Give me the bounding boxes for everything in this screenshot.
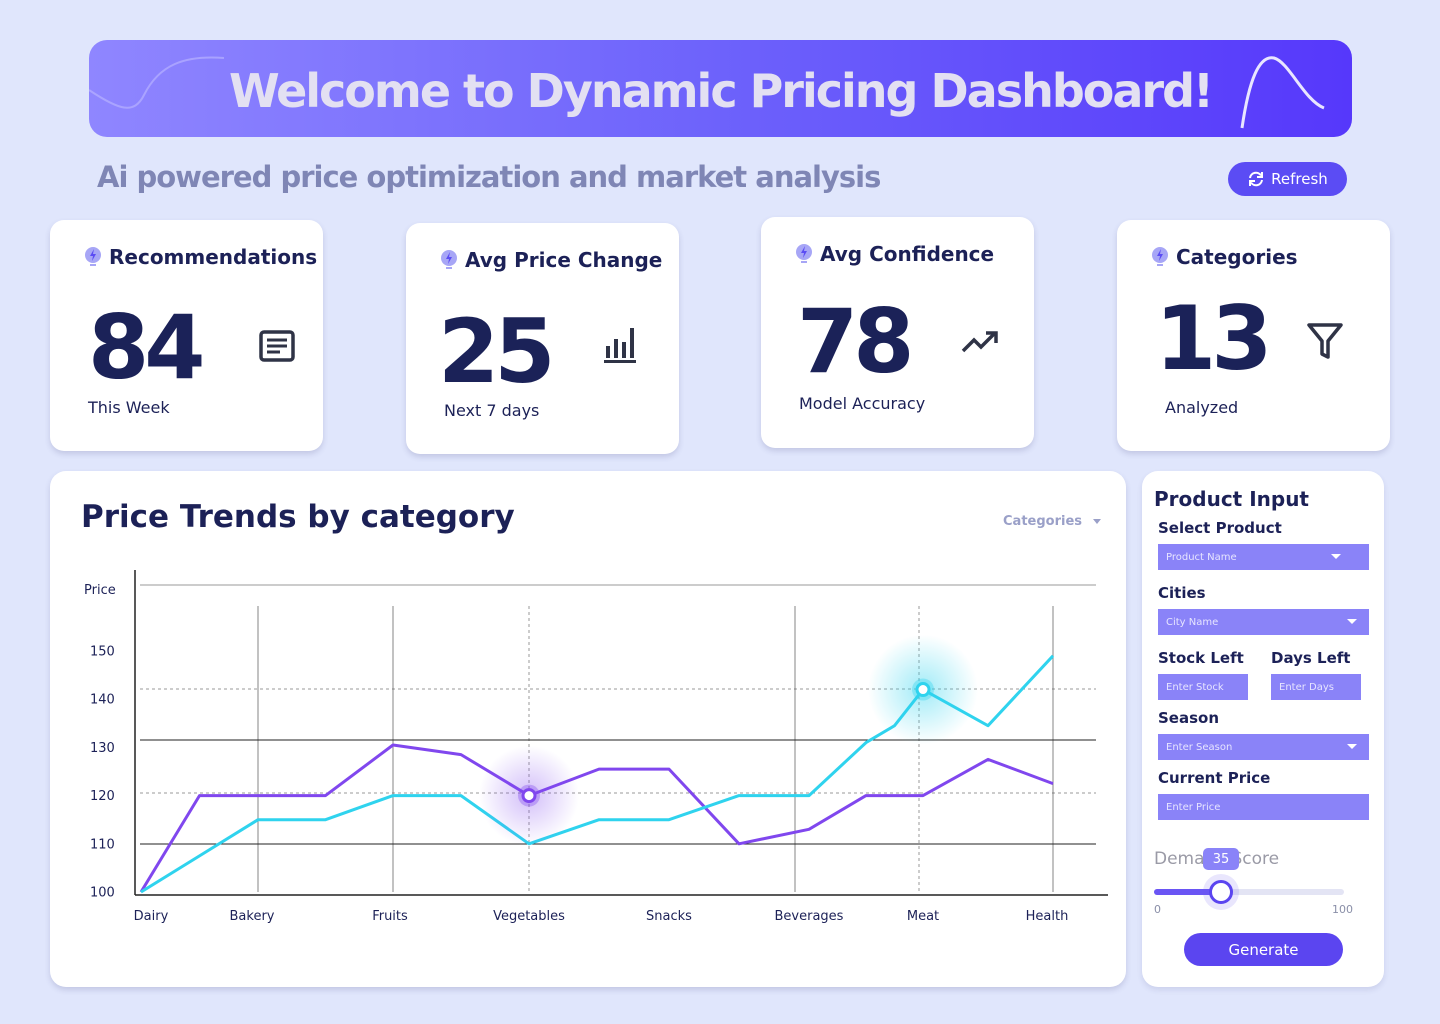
stock-left-label: Stock Left	[1158, 649, 1244, 667]
y-tick-label: 150	[90, 645, 115, 660]
y-tick-label: 120	[90, 789, 115, 804]
refresh-label: Refresh	[1271, 170, 1328, 188]
x-tick-label: Bakery	[230, 909, 275, 924]
stat-note: Analyzed	[1165, 398, 1239, 417]
refresh-icon	[1249, 171, 1264, 187]
lightbulb-icon	[796, 244, 812, 263]
x-tick-label: Beverages	[775, 909, 844, 924]
chevron-down-icon	[1347, 619, 1357, 624]
stat-note: Model Accuracy	[799, 394, 926, 413]
chevron-down-icon	[1347, 744, 1357, 749]
season-label: Season	[1158, 709, 1220, 727]
lightbulb-icon	[1152, 247, 1168, 266]
cities-label: Cities	[1158, 584, 1206, 602]
x-tick-label: Health	[1026, 909, 1069, 924]
days-left-label: Days Left	[1271, 649, 1351, 667]
stat-card-title: Avg Price Change	[437, 247, 662, 273]
stat-card-avg-price-change: Avg Price Change 25 Next 7 days	[406, 223, 679, 454]
slider-max-label: 100	[1332, 903, 1353, 916]
document-icon	[259, 330, 295, 362]
select-product-label: Select Product	[1158, 519, 1282, 537]
filter-icon	[1307, 323, 1343, 359]
y-tick-label: 100	[90, 886, 115, 901]
lightbulb-icon	[441, 250, 457, 269]
lightbulb-icon	[85, 247, 101, 266]
days-input[interactable]: Enter Days	[1271, 674, 1361, 700]
slider-min-label: 0	[1154, 903, 1161, 916]
y-tick-label: 140	[90, 693, 115, 708]
slider-value-badge: 35	[1203, 848, 1239, 870]
stat-card-recommendations: Recommendations 84 This Week	[50, 220, 323, 451]
page-title: Welcome to Dynamic Pricing Dashboard!	[228, 64, 1214, 118]
generate-button[interactable]: Generate	[1184, 933, 1343, 966]
product-select[interactable]: Product Name	[1158, 544, 1369, 570]
x-tick-label: Meat	[907, 909, 939, 924]
stat-note: Next 7 days	[444, 401, 540, 420]
y-tick-label: 110	[90, 837, 115, 852]
panel-title: Product Input	[1154, 487, 1309, 511]
price-trend-chart: 100 110 120 130 140 150 Dairy Bakery Fruits Veget…	[84, 570, 1108, 924]
stat-value: 25	[438, 300, 555, 403]
page-subtitle: Ai powered price optimization and market…	[97, 160, 881, 194]
highlight-point	[915, 682, 931, 698]
season-select[interactable]: Enter Season	[1158, 734, 1369, 760]
y-axis-label: Price	[84, 583, 116, 598]
highlight-point	[521, 788, 537, 804]
stat-value: 13	[1155, 287, 1272, 390]
stat-card-avg-confidence: Avg Confidence 78 Model Accuracy	[761, 217, 1034, 448]
stat-value: 84	[88, 296, 205, 399]
price-trends-card: Price Trends by category Categories 100 1…	[50, 471, 1126, 987]
stat-card-title: Recommendations	[81, 244, 317, 270]
demand-slider[interactable]: 35	[1154, 848, 1344, 910]
stat-note: This Week	[88, 398, 170, 417]
refresh-button[interactable]: Refresh	[1228, 162, 1347, 196]
x-tick-label: Fruits	[372, 909, 408, 924]
stock-input[interactable]: Enter Stock	[1158, 674, 1248, 700]
price-input[interactable]: Enter Price	[1158, 794, 1369, 820]
current-price-label: Current Price	[1158, 769, 1271, 787]
stat-card-title: Categories	[1148, 244, 1298, 270]
city-select[interactable]: City Name	[1158, 609, 1369, 635]
y-tick-label: 130	[90, 741, 115, 756]
x-tick-label: Dairy	[134, 909, 169, 924]
x-tick-label: Snacks	[646, 909, 692, 924]
x-tick-label: Vegetables	[493, 909, 565, 924]
stat-value: 78	[797, 290, 914, 393]
bar-chart-icon	[604, 328, 636, 363]
chevron-down-icon	[1331, 554, 1341, 559]
product-input-panel: Product Input Select Product Product Nam…	[1142, 471, 1384, 987]
welcome-banner: Welcome to Dynamic Pricing Dashboard!	[89, 40, 1352, 137]
trending-up-icon	[961, 331, 998, 353]
slider-thumb[interactable]	[1203, 874, 1239, 910]
stat-card-title: Avg Confidence	[792, 241, 994, 267]
stat-card-categories: Categories 13 Analyzed	[1117, 220, 1390, 451]
